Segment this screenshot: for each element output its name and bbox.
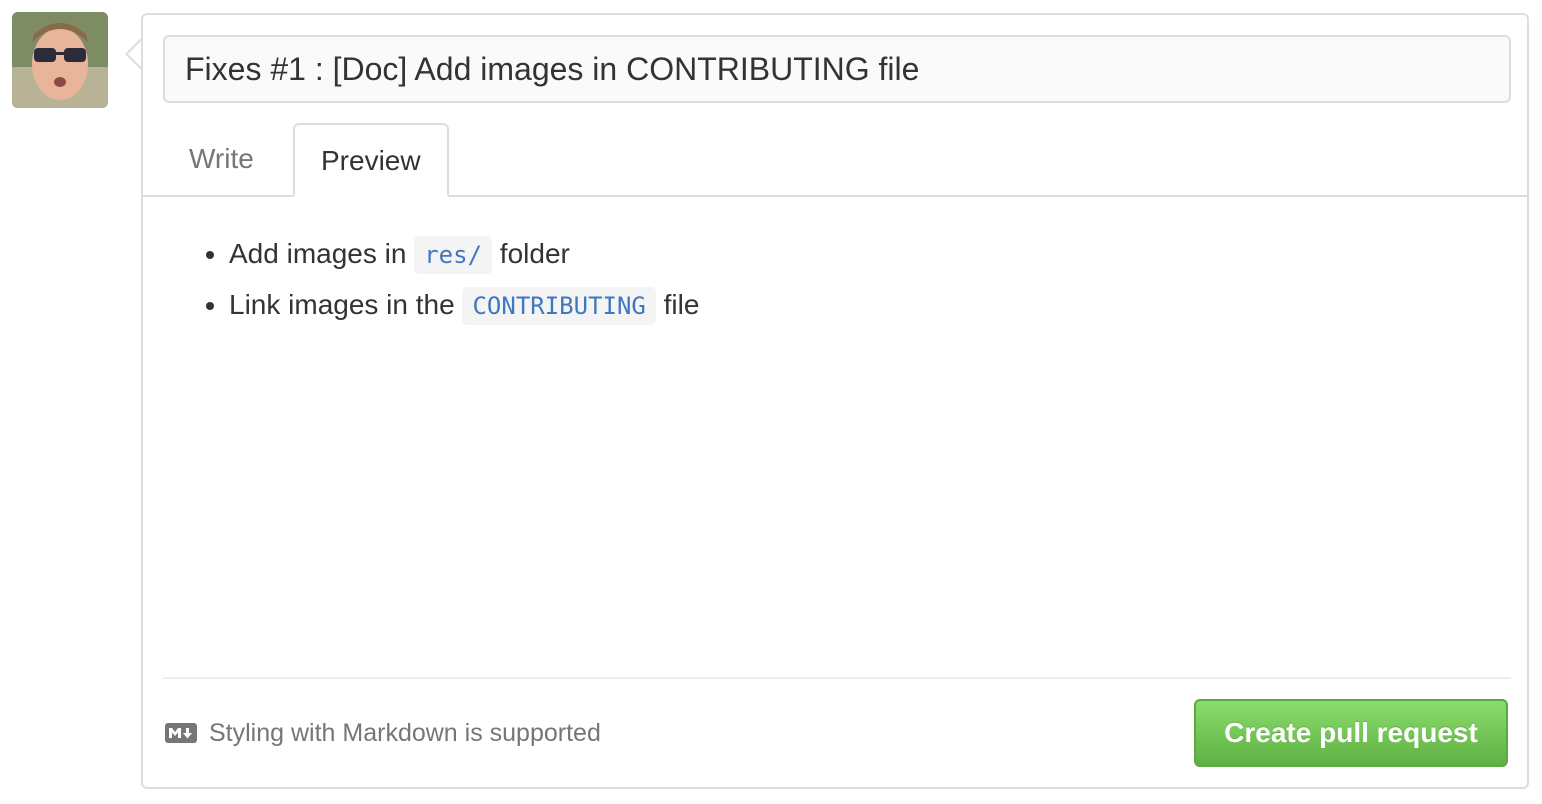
list-item: Link images in the CONTRIBUTING file [229, 280, 1511, 331]
markdown-icon[interactable] [165, 723, 197, 743]
pr-title-input[interactable]: Fixes #1 : [Doc] Add images in CONTRIBUT… [163, 35, 1511, 103]
markdown-hint-text[interactable]: Styling with Markdown is supported [209, 719, 601, 748]
inline-code: CONTRIBUTING [462, 287, 656, 325]
editor-tabs: Write Preview [143, 123, 1527, 197]
tab-write[interactable]: Write [163, 123, 280, 197]
form-divider [163, 677, 1511, 679]
list-item-text: folder [499, 238, 570, 269]
list-item-text: file [663, 289, 700, 320]
pull-request-form: Fixes #1 : [Doc] Add images in CONTRIBUT… [141, 13, 1529, 789]
preview-content: Add images in res/ folder Link images in… [163, 215, 1511, 675]
preview-list: Add images in res/ folder Link images in… [163, 229, 1511, 331]
user-avatar[interactable] [12, 12, 108, 108]
tab-preview[interactable]: Preview [293, 123, 449, 197]
create-pull-request-button[interactable]: Create pull request [1194, 699, 1508, 767]
avatar-photo-icon [12, 12, 108, 108]
list-item: Add images in res/ folder [229, 229, 1511, 280]
list-item-text: Add images in [229, 238, 407, 269]
panel-caret-fill [128, 40, 142, 68]
inline-code: res/ [414, 236, 493, 274]
pull-request-page: Fixes #1 : [Doc] Add images in CONTRIBUT… [0, 0, 1542, 804]
markdown-hint: Styling with Markdown is supported [165, 715, 601, 751]
list-item-text: Link images in the [229, 289, 455, 320]
